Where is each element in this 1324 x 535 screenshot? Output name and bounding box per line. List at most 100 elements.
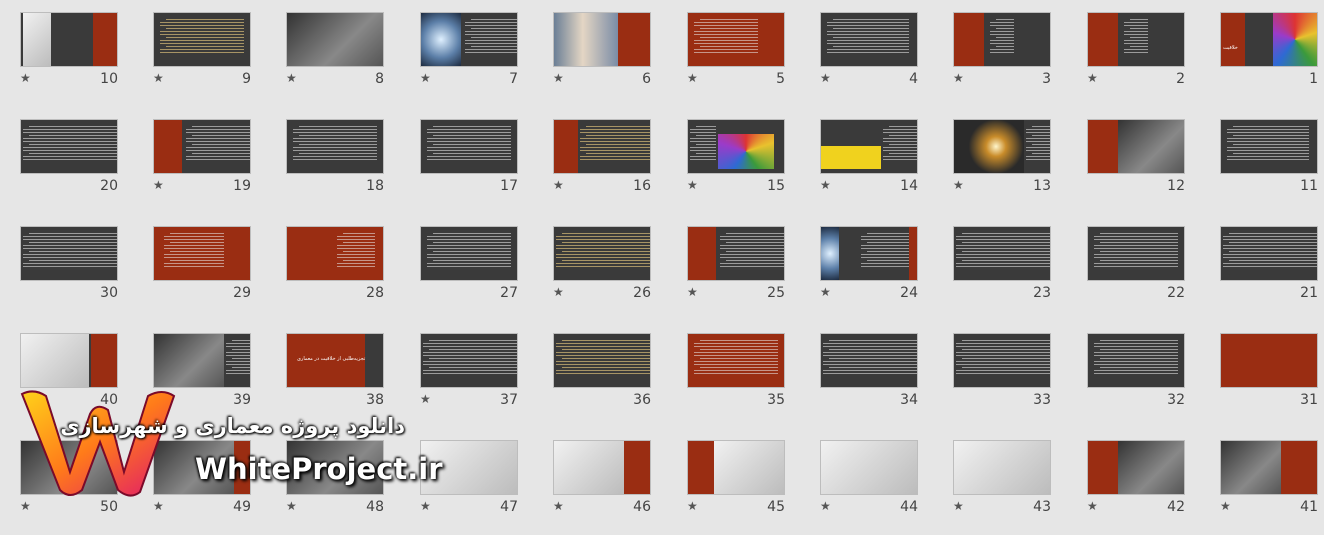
slide-preview[interactable] (687, 333, 785, 388)
animation-star-icon[interactable]: ★ (420, 393, 431, 405)
slide-preview[interactable] (1220, 226, 1318, 281)
slide-thumbnail-item[interactable]: 12 (1069, 107, 1203, 197)
animation-star-icon[interactable]: ★ (953, 72, 964, 84)
slide-thumbnail-item[interactable]: 32 (1069, 321, 1203, 411)
slide-thumbnail-item[interactable]: 2 ★ (1069, 0, 1203, 90)
slide-thumbnail-item[interactable]: 19 ★ (135, 107, 269, 197)
slide-preview[interactable] (553, 12, 651, 67)
slide-preview[interactable] (153, 226, 251, 281)
slide-preview[interactable] (1087, 440, 1185, 495)
slide-preview[interactable] (820, 226, 918, 281)
slide-thumbnail-item[interactable]: 10 ★ (2, 0, 136, 90)
animation-star-icon[interactable]: ★ (20, 72, 31, 84)
slide-thumbnail-item[interactable]: 27 (402, 214, 536, 304)
slide-thumbnail-item[interactable]: 5 ★ (669, 0, 803, 90)
slide-preview[interactable] (953, 226, 1051, 281)
slide-preview[interactable] (953, 333, 1051, 388)
slide-thumbnail-item[interactable]: 26 ★ (535, 214, 669, 304)
slide-thumbnail-item[interactable]: 28 (268, 214, 402, 304)
slide-thumbnail-item[interactable]: 45 ★ (669, 428, 803, 518)
slide-preview[interactable] (420, 226, 518, 281)
slide-preview[interactable] (1220, 440, 1318, 495)
slide-preview[interactable] (20, 119, 118, 174)
animation-star-icon[interactable]: ★ (687, 286, 698, 298)
slide-preview[interactable] (687, 119, 785, 174)
slide-preview[interactable] (153, 12, 251, 67)
slide-thumbnail-item[interactable]: 21 (1202, 214, 1324, 304)
slide-thumbnail-item[interactable]: 22 (1069, 214, 1203, 304)
slide-thumbnail-item[interactable]: 42 ★ (1069, 428, 1203, 518)
slide-preview[interactable] (153, 333, 251, 388)
animation-star-icon[interactable]: ★ (820, 179, 831, 191)
slide-preview[interactable] (953, 119, 1051, 174)
slide-thumbnail-item[interactable]: 41 ★ (1202, 428, 1324, 518)
animation-star-icon[interactable]: ★ (553, 286, 564, 298)
slide-preview[interactable] (553, 119, 651, 174)
slide-thumbnail-item[interactable]: 18 (268, 107, 402, 197)
slide-thumbnail-item[interactable]: 16 ★ (535, 107, 669, 197)
slide-preview[interactable]: خلاقیت (1220, 12, 1318, 67)
slide-thumbnail-item[interactable]: 23 (935, 214, 1069, 304)
slide-preview[interactable] (687, 226, 785, 281)
slide-thumbnail-item[interactable]: 31 (1202, 321, 1324, 411)
slide-thumbnail-item[interactable]: 3 ★ (935, 0, 1069, 90)
slide-thumbnail-item[interactable]: 11 (1202, 107, 1324, 197)
slide-thumbnail-item[interactable]: 46 ★ (535, 428, 669, 518)
animation-star-icon[interactable]: ★ (820, 286, 831, 298)
slide-thumbnail-item[interactable]: 7 ★ (402, 0, 536, 90)
slide-thumbnail-item[interactable]: 4 ★ (802, 0, 936, 90)
slide-thumbnail-item[interactable]: 37 ★ (402, 321, 536, 411)
slide-thumbnail-item[interactable]: 9 ★ (135, 0, 269, 90)
animation-star-icon[interactable]: ★ (553, 500, 564, 512)
slide-preview[interactable] (953, 440, 1051, 495)
animation-star-icon[interactable]: ★ (953, 500, 964, 512)
slide-thumbnail-item[interactable]: 14 ★ (802, 107, 936, 197)
animation-star-icon[interactable]: ★ (1087, 500, 1098, 512)
slide-preview[interactable] (553, 226, 651, 281)
slide-preview[interactable] (1087, 119, 1185, 174)
animation-star-icon[interactable]: ★ (420, 72, 431, 84)
slide-preview[interactable] (953, 12, 1051, 67)
slide-preview[interactable] (553, 440, 651, 495)
slide-preview[interactable] (820, 119, 918, 174)
slide-preview[interactable] (1220, 333, 1318, 388)
slide-thumbnail-item[interactable]: 17 (402, 107, 536, 197)
slide-preview[interactable] (420, 333, 518, 388)
slide-preview[interactable] (553, 333, 651, 388)
animation-star-icon[interactable]: ★ (286, 72, 297, 84)
slide-preview[interactable] (20, 333, 118, 388)
animation-star-icon[interactable]: ★ (153, 72, 164, 84)
slide-thumbnail-item[interactable]: 43 ★ (935, 428, 1069, 518)
animation-star-icon[interactable]: ★ (953, 179, 964, 191)
animation-star-icon[interactable]: ★ (553, 72, 564, 84)
slide-thumbnail-item[interactable]: 6 ★ (535, 0, 669, 90)
slide-preview[interactable] (420, 119, 518, 174)
slide-preview[interactable] (687, 12, 785, 67)
animation-star-icon[interactable]: ★ (820, 72, 831, 84)
slide-thumbnail-item[interactable]: 13 ★ (935, 107, 1069, 197)
animation-star-icon[interactable]: ★ (687, 179, 698, 191)
slide-preview[interactable] (687, 440, 785, 495)
slide-preview[interactable] (286, 12, 384, 67)
slide-thumbnail-item[interactable]: 25 ★ (669, 214, 803, 304)
slide-thumbnail-item[interactable]: 34 (802, 321, 936, 411)
slide-thumbnail-item[interactable]: 36 (535, 321, 669, 411)
animation-star-icon[interactable]: ★ (820, 500, 831, 512)
slide-preview[interactable] (1087, 12, 1185, 67)
slide-preview[interactable] (153, 119, 251, 174)
slide-preview[interactable] (820, 440, 918, 495)
animation-star-icon[interactable]: ★ (687, 500, 698, 512)
slide-preview[interactable] (286, 119, 384, 174)
slide-preview[interactable] (20, 226, 118, 281)
slide-preview[interactable] (820, 12, 918, 67)
slide-preview[interactable] (1087, 333, 1185, 388)
slide-thumbnail-item[interactable]: 29 (135, 214, 269, 304)
slide-preview[interactable] (286, 226, 384, 281)
slide-thumbnail-item[interactable]: 24 ★ (802, 214, 936, 304)
slide-preview[interactable] (1087, 226, 1185, 281)
slide-thumbnail-item[interactable]: 30 (2, 214, 136, 304)
slide-preview[interactable] (820, 333, 918, 388)
slide-preview[interactable] (20, 12, 118, 67)
slide-preview[interactable] (420, 12, 518, 67)
slide-thumbnail-item[interactable]: خلاقیت 1 (1202, 0, 1324, 90)
